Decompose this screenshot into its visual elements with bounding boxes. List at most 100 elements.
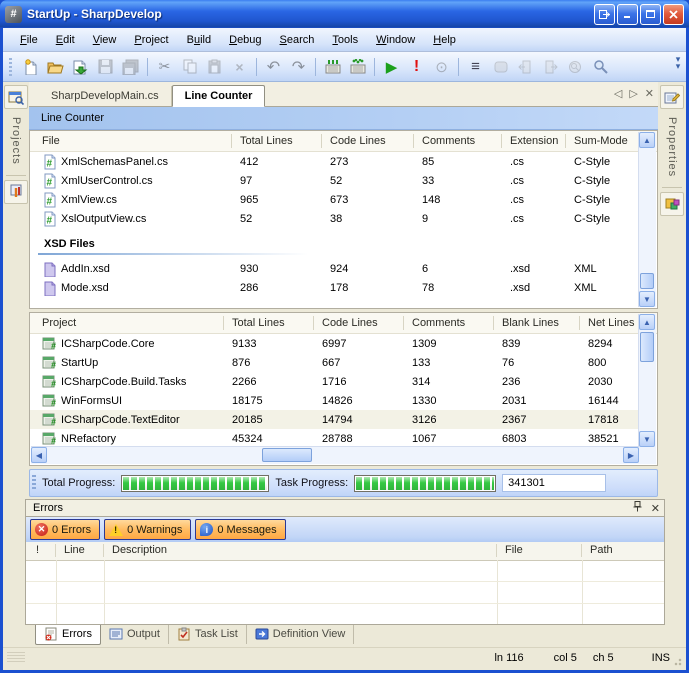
project-table-horizontal-scrollbar[interactable]: ◀ ▶ bbox=[31, 446, 639, 464]
properties-pad-icon[interactable] bbox=[660, 85, 684, 109]
combine-all-icon[interactable] bbox=[346, 56, 369, 77]
file-table-vertical-scrollbar[interactable]: ▲ ▼ bbox=[638, 132, 656, 307]
new-file-icon[interactable] bbox=[19, 56, 42, 77]
column-header-extension[interactable]: Extension bbox=[502, 134, 566, 148]
column-header-total-lines[interactable]: Total Lines bbox=[232, 134, 322, 148]
menu-item[interactable]: Help bbox=[424, 31, 465, 49]
column-header-file[interactable]: File bbox=[30, 134, 232, 148]
title-bar[interactable]: # StartUp - SharpDevelop bbox=[0, 0, 689, 28]
tab-close-icon[interactable]: ✕ bbox=[645, 87, 654, 100]
errors-filter-button[interactable]: i 0 Messages bbox=[195, 519, 285, 540]
file-table-row[interactable]: Mode.xsd 286 178 78 .xsd XML bbox=[30, 278, 640, 297]
project-table-row[interactable]: #ICSharpCode.Build.Tasks 2266 1716 314 2… bbox=[30, 372, 640, 391]
menu-item[interactable]: Debug bbox=[220, 31, 270, 49]
tools-pad-icon[interactable] bbox=[4, 180, 28, 204]
menu-item[interactable]: Tools bbox=[323, 31, 367, 49]
combine-icon[interactable] bbox=[321, 56, 344, 77]
menu-item[interactable]: File bbox=[11, 31, 47, 49]
menu-item[interactable]: Project bbox=[125, 31, 177, 49]
pin-icon[interactable] bbox=[633, 501, 642, 515]
column-header-code-lines[interactable]: Code Lines bbox=[314, 316, 404, 330]
next-bookmark-icon[interactable] bbox=[539, 56, 562, 77]
column-header-comments[interactable]: Comments bbox=[414, 134, 502, 148]
resize-grip[interactable] bbox=[674, 656, 684, 666]
column-header-sum-mode[interactable]: Sum-Mode bbox=[566, 134, 640, 148]
project-table-row[interactable]: #StartUp 876 667 133 76 800 bbox=[30, 353, 640, 372]
scrollbar-thumb[interactable] bbox=[640, 332, 654, 362]
region-icon[interactable] bbox=[489, 56, 512, 77]
column-header-line[interactable]: Line bbox=[56, 544, 104, 557]
delete-icon[interactable]: × bbox=[228, 56, 251, 77]
tab-scroll-left-icon[interactable]: ◁ bbox=[614, 87, 622, 100]
line-list-icon[interactable]: ≡ bbox=[464, 56, 487, 77]
redo-icon[interactable]: ↷ bbox=[287, 56, 310, 77]
bottom-tab[interactable]: Output bbox=[101, 625, 169, 644]
menu-item[interactable]: Window bbox=[367, 31, 424, 49]
sidebar-tab-properties[interactable]: Properties bbox=[666, 111, 678, 183]
document-tab[interactable]: SharpDevelopMain.cs bbox=[39, 86, 172, 106]
minimize-button[interactable] bbox=[617, 4, 638, 25]
menu-item[interactable]: Search bbox=[271, 31, 324, 49]
scroll-right-icon[interactable]: ▶ bbox=[623, 447, 639, 463]
project-table-vertical-scrollbar[interactable]: ▲ ▼ bbox=[638, 314, 656, 447]
file-table-row[interactable]: #XmlView.cs 965 673 148 .cs C-Style bbox=[30, 190, 640, 209]
column-header-severity[interactable]: ! bbox=[26, 544, 56, 557]
scroll-down-icon[interactable]: ▼ bbox=[639, 291, 655, 307]
project-table-row[interactable]: #ICSharpCode.Core 9133 6997 1309 839 829… bbox=[30, 334, 640, 353]
maximize-button[interactable] bbox=[640, 4, 661, 25]
toolbar-grip[interactable] bbox=[9, 58, 14, 76]
search-files-icon[interactable] bbox=[564, 56, 587, 77]
bottom-tab[interactable]: Errors bbox=[35, 624, 101, 645]
classes-pad-icon[interactable] bbox=[660, 192, 684, 216]
save-icon[interactable] bbox=[94, 56, 117, 77]
project-table-row[interactable]: #WinFormsUI 18175 14826 1330 2031 16144 bbox=[30, 391, 640, 410]
project-table-row[interactable]: #ICSharpCode.TextEditor 20185 14794 3126… bbox=[30, 410, 640, 429]
close-button[interactable] bbox=[663, 4, 684, 25]
copy-icon[interactable] bbox=[178, 56, 201, 77]
open-file-icon[interactable] bbox=[44, 56, 67, 77]
sidebar-tab-projects[interactable]: Projects bbox=[10, 111, 22, 171]
errors-filter-button[interactable]: 0 Warnings bbox=[104, 519, 191, 540]
bottom-tab[interactable]: Task List bbox=[169, 625, 247, 644]
prev-bookmark-icon[interactable] bbox=[514, 56, 537, 77]
errors-filter-button[interactable]: ✕ 0 Errors bbox=[30, 519, 100, 540]
column-header-net-lines[interactable]: Net Lines bbox=[580, 316, 640, 330]
abort-icon[interactable]: ! bbox=[405, 56, 428, 77]
scrollbar-thumb[interactable] bbox=[262, 448, 312, 462]
errors-panel-title-bar[interactable]: Errors ✕ bbox=[25, 499, 665, 517]
cut-icon[interactable]: ✂ bbox=[153, 56, 176, 77]
run-icon[interactable]: ▶ bbox=[380, 56, 403, 77]
file-table-row[interactable]: #XmlUserControl.cs 97 52 33 .cs C-Style bbox=[30, 171, 640, 190]
column-header-file[interactable]: File bbox=[497, 544, 582, 557]
scroll-down-icon[interactable]: ▼ bbox=[639, 431, 655, 447]
menu-item[interactable]: View bbox=[84, 31, 126, 49]
projects-pad-icon[interactable] bbox=[4, 85, 28, 109]
paste-icon[interactable] bbox=[203, 56, 226, 77]
column-header-code-lines[interactable]: Code Lines bbox=[322, 134, 414, 148]
column-header-project[interactable]: Project bbox=[30, 316, 224, 330]
float-window-button[interactable] bbox=[594, 4, 615, 25]
scroll-up-icon[interactable]: ▲ bbox=[639, 132, 655, 148]
file-table-row[interactable]: AddIn.xsd 930 924 6 .xsd XML bbox=[30, 259, 640, 278]
pause-icon[interactable]: ⊙ bbox=[430, 56, 453, 77]
save-all-icon[interactable] bbox=[119, 56, 142, 77]
progress-row-grip[interactable] bbox=[32, 475, 36, 491]
file-table-row[interactable]: #XslOutputView.cs 52 38 9 .cs C-Style bbox=[30, 209, 640, 228]
document-tab[interactable]: Line Counter bbox=[172, 85, 266, 107]
menu-item[interactable]: Build bbox=[178, 31, 220, 49]
menu-item[interactable]: Edit bbox=[47, 31, 84, 49]
undo-icon[interactable]: ↶ bbox=[262, 56, 285, 77]
column-header-total-lines[interactable]: Total Lines bbox=[224, 316, 314, 330]
scroll-left-icon[interactable]: ◀ bbox=[31, 447, 47, 463]
column-header-path[interactable]: Path bbox=[582, 544, 664, 557]
file-table-row[interactable]: #XmlSchemasPanel.cs 412 273 85 .cs C-Sty… bbox=[30, 152, 640, 171]
scroll-up-icon[interactable]: ▲ bbox=[639, 314, 655, 330]
close-panel-icon[interactable]: ✕ bbox=[651, 502, 660, 515]
tab-scroll-right-icon[interactable]: ▷ bbox=[629, 87, 637, 100]
column-header-description[interactable]: Description bbox=[104, 544, 497, 557]
find-icon[interactable] bbox=[589, 56, 612, 77]
column-header-blank-lines[interactable]: Blank Lines bbox=[494, 316, 580, 330]
scrollbar-thumb[interactable] bbox=[640, 273, 654, 289]
toolbar-overflow-icon[interactable]: ▾▾ bbox=[672, 56, 684, 70]
save-as-icon[interactable] bbox=[69, 56, 92, 77]
